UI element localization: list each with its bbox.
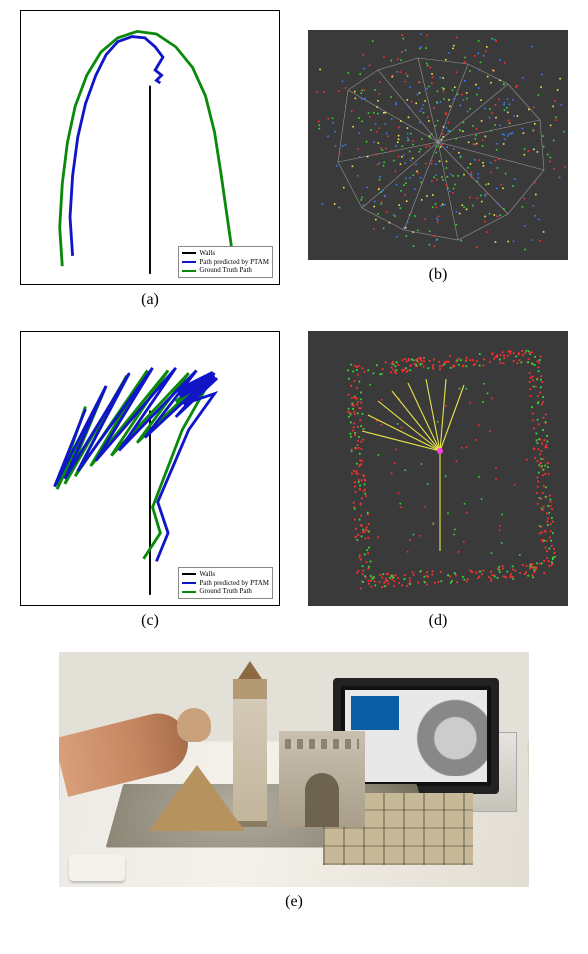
legend-label: Walls <box>199 570 215 579</box>
panel-a: Walls Path predicted by PTAM Ground Trut… <box>20 10 280 285</box>
figure-row-2: Walls Path predicted by PTAM Ground Trut… <box>10 331 578 648</box>
panel-b <box>308 30 568 260</box>
panel-c: Walls Path predicted by PTAM Ground Trut… <box>20 331 280 606</box>
panel-c-caption: (c) <box>141 612 159 630</box>
panel-e <box>59 652 529 887</box>
panel-a-cell: Walls Path predicted by PTAM Ground Trut… <box>20 10 280 327</box>
panel-a-legend: Walls Path predicted by PTAM Ground Trut… <box>178 246 273 278</box>
panel-d-cell: (d) <box>308 331 568 648</box>
panel-e-cell: (e) <box>59 652 529 929</box>
legend-label: Path predicted by PTAM <box>199 258 269 267</box>
panel-c-cell: Walls Path predicted by PTAM Ground Trut… <box>20 331 280 648</box>
legend-label: Ground Truth Path <box>199 587 252 596</box>
panel-c-legend: Walls Path predicted by PTAM Ground Trut… <box>178 567 273 599</box>
panel-b-cloud <box>308 30 568 260</box>
legend-label: Walls <box>199 249 215 258</box>
panel-a-plot <box>21 11 279 284</box>
panel-a-caption: (a) <box>141 291 159 309</box>
panel-d-caption: (d) <box>429 612 448 630</box>
figure: Walls Path predicted by PTAM Ground Trut… <box>10 10 578 929</box>
panel-c-plot <box>21 332 279 605</box>
legend-label: Path predicted by PTAM <box>199 579 269 588</box>
figure-row-1: Walls Path predicted by PTAM Ground Trut… <box>10 10 578 327</box>
panel-d-cloud <box>308 331 568 606</box>
panel-b-cell: (b) <box>308 10 568 327</box>
panel-b-caption: (b) <box>429 266 448 284</box>
panel-e-caption: (e) <box>285 893 303 911</box>
panel-d <box>308 331 568 606</box>
legend-label: Ground Truth Path <box>199 266 252 275</box>
figure-row-3: (e) <box>10 652 578 929</box>
